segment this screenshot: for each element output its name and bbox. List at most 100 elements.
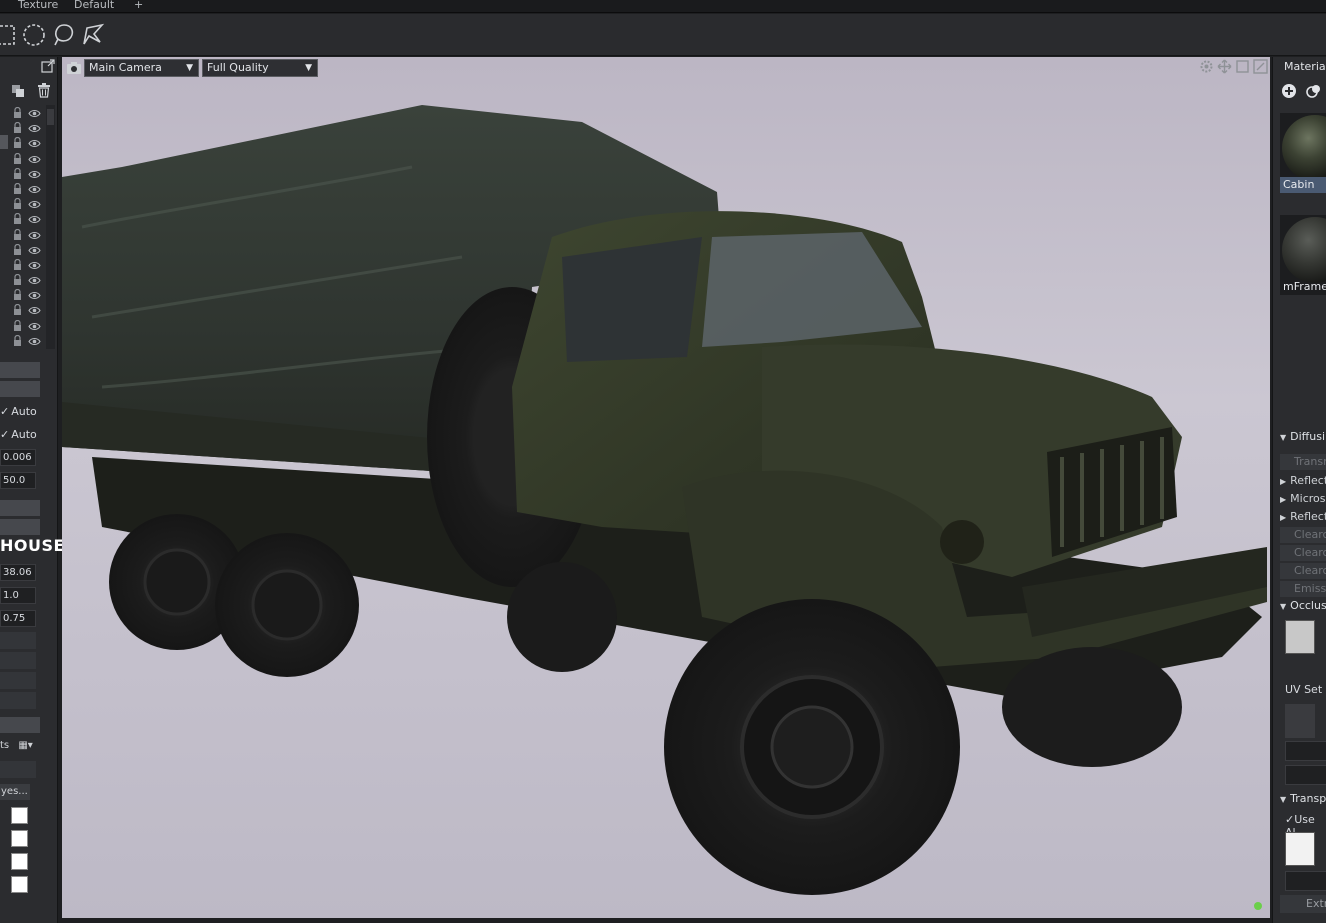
eye-icon[interactable] [28,245,41,254]
eye-icon[interactable] [28,184,41,193]
value-field-2[interactable]: 50.0 [0,472,36,489]
texture-slot[interactable] [1285,704,1315,738]
ellipse-select-icon[interactable] [21,22,47,48]
layer-row[interactable] [0,166,46,181]
lock-icon[interactable] [13,273,22,286]
duplicate-layer-icon[interactable] [11,84,25,98]
section-diffusion[interactable]: ▼ Diffusi [1280,429,1326,445]
eye-icon[interactable] [28,290,41,300]
empty-field[interactable] [0,692,36,709]
section-reflectivity[interactable]: ▶ Reflect [1280,473,1326,489]
layer-row[interactable] [0,151,46,166]
duplicate-material-icon[interactable] [1306,83,1322,99]
property-bar[interactable] [0,500,40,516]
value-field[interactable] [1285,871,1326,891]
lock-icon[interactable] [13,228,22,240]
popout-icon[interactable] [41,59,55,73]
property-bar[interactable] [0,717,40,733]
eye-icon[interactable] [28,336,41,345]
camera-icon[interactable] [66,61,82,75]
rect-select-icon[interactable] [0,22,18,48]
add-material-icon[interactable] [1281,83,1297,99]
empty-field[interactable] [0,672,36,689]
auto-checkbox-2[interactable]: ✓ Auto [0,428,44,444]
color-swatch[interactable] [11,853,28,870]
lock-icon[interactable] [13,167,22,179]
lock-icon[interactable] [13,198,22,210]
property-bar[interactable] [0,381,40,397]
section-microsurface[interactable]: ▶ Micros [1280,491,1326,507]
lock-icon[interactable] [13,182,22,194]
value-field-3[interactable]: 38.06 [0,564,36,581]
lock-icon[interactable] [13,289,22,301]
lock-icon[interactable] [13,258,22,270]
camera-select[interactable]: Main Camera ▼ [84,59,199,77]
layer-row[interactable] [0,333,46,348]
polygon-lasso-icon[interactable] [80,22,106,48]
section-emission[interactable]: Emissi [1280,581,1326,597]
material-thumb-cabin[interactable]: Cabin [1280,113,1326,193]
value-field-4[interactable]: 1.0 [0,587,36,604]
value-field[interactable] [1285,741,1326,761]
empty-field[interactable] [0,652,36,669]
property-bar[interactable] [0,362,40,378]
browse-button[interactable]: yes... [0,784,30,800]
section-transparency[interactable]: ▼ Transp [1280,791,1326,807]
material-thumb-mframe[interactable]: mFrame [1280,215,1326,295]
empty-field[interactable] [0,761,36,778]
value-field-5[interactable]: 0.75 [0,610,36,627]
eye-icon[interactable] [28,169,41,178]
layer-row[interactable] [0,302,46,317]
section-reflection[interactable]: ▶ Reflect [1280,509,1326,525]
layer-row[interactable] [0,318,46,333]
occlusion-texture[interactable] [1285,620,1315,654]
tab-texture[interactable]: Texture [12,0,64,12]
color-swatch[interactable] [11,807,28,824]
settings-icon[interactable] [1199,59,1214,74]
layer-row[interactable] [0,196,46,211]
section-occlusion[interactable]: ▼ Occlus [1280,598,1326,614]
eye-icon[interactable] [28,123,41,133]
color-swatch[interactable] [11,876,28,893]
lock-icon[interactable] [13,334,22,346]
value-field[interactable] [1285,765,1326,785]
layer-scrollbar[interactable] [46,105,55,349]
eye-icon[interactable] [28,108,41,118]
section-transmission[interactable]: Transm [1280,454,1326,470]
trash-icon[interactable] [37,83,51,98]
layer-row[interactable] [0,181,46,196]
channel-select[interactable]: ts ▦▾ [0,740,36,756]
quality-select[interactable]: Full Quality ▼ [202,59,318,77]
lock-icon[interactable] [13,106,22,118]
tab-add[interactable]: + [128,0,149,12]
eye-icon[interactable] [28,260,41,269]
layer-row[interactable] [0,272,46,287]
property-bar[interactable] [0,519,40,535]
layer-row[interactable] [0,211,46,226]
auto-checkbox-1[interactable]: ✓ Auto [0,405,44,421]
lock-icon[interactable] [13,122,22,134]
section-clearcoat-3[interactable]: Clearc [1280,563,1326,579]
extra-section[interactable]: Extra: [1280,895,1326,913]
layer-row[interactable] [0,105,46,120]
lasso-select-icon[interactable] [51,22,77,48]
move-icon[interactable] [1217,59,1232,74]
eye-icon[interactable] [28,321,41,330]
eye-icon[interactable] [28,230,41,239]
frame-icon[interactable] [1235,59,1250,74]
lock-icon[interactable] [13,213,22,225]
layer-row[interactable] [0,257,46,272]
eye-icon[interactable] [28,199,41,209]
eye-icon[interactable] [28,214,41,224]
eye-icon[interactable] [28,305,41,315]
lock-icon[interactable] [13,304,22,316]
tab-default[interactable]: Default [68,0,120,12]
section-clearcoat-2[interactable]: Clearc [1280,545,1326,561]
layer-row[interactable] [0,227,46,242]
section-clearcoat-1[interactable]: Clearc [1280,527,1326,543]
lock-icon[interactable] [13,152,22,164]
lock-icon[interactable] [13,137,22,149]
fullscreen-icon[interactable] [1253,59,1268,74]
transparency-texture[interactable] [1285,832,1315,866]
lock-icon[interactable] [13,243,22,255]
